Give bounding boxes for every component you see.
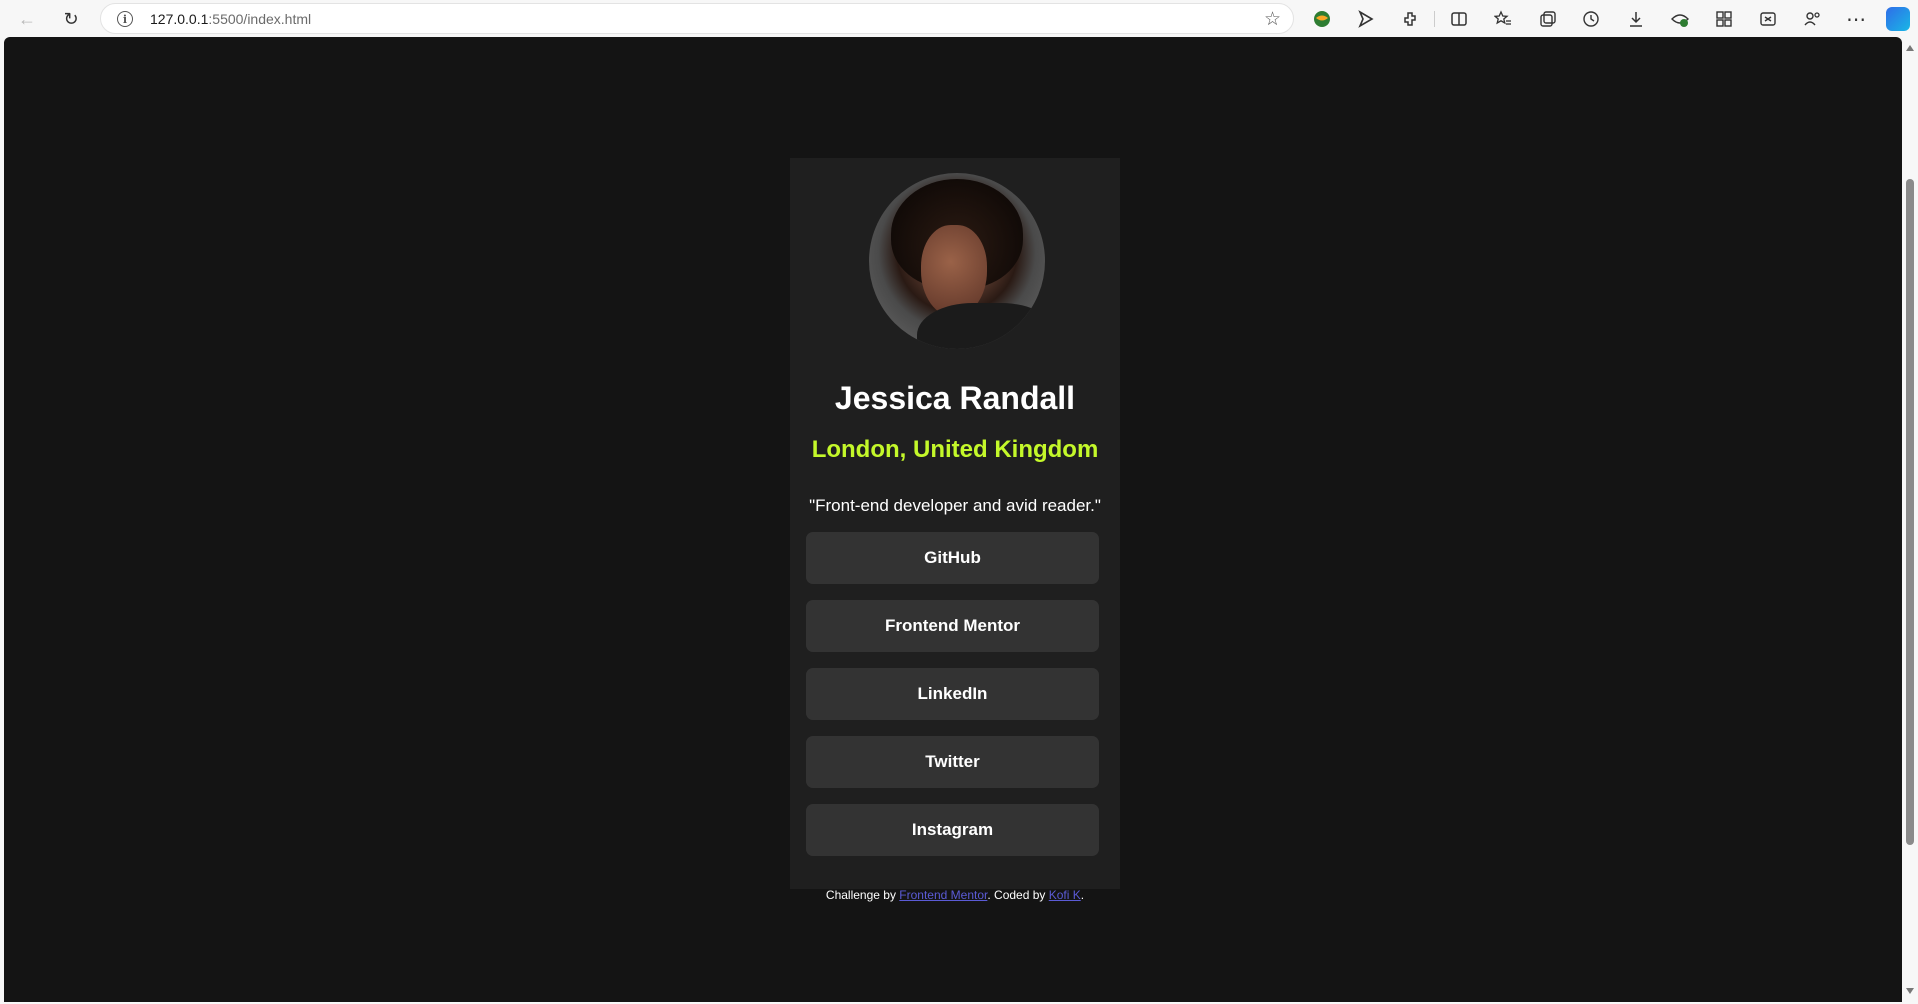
extensions-icon[interactable] [1400,8,1422,30]
page-viewport: Jessica Randall London, United Kingdom "… [4,37,1902,1002]
frontend-mentor-link[interactable]: Frontend Mentor [899,888,987,902]
instagram-button[interactable]: Instagram [806,804,1099,856]
address-bar[interactable]: i 127.0.0.1:5500/index.html ☆ [100,3,1294,34]
split-screen-icon[interactable] [1448,8,1470,30]
performance-icon[interactable] [1669,8,1691,30]
scroll-thumb[interactable] [1906,179,1914,845]
copilot-icon[interactable] [1886,7,1910,31]
star-icon[interactable]: ☆ [1264,8,1281,31]
profile-bio: "Front-end developer and avid reader." [809,496,1101,515]
profile-name: Jessica Randall [834,380,1076,416]
info-icon[interactable]: i [117,11,133,27]
profile-location: London, United Kingdom [811,436,1099,463]
favorites-icon[interactable] [1492,8,1514,30]
social-links: GitHub Frontend Mentor LinkedIn Twitter … [806,532,1099,872]
downloads-icon[interactable] [1625,8,1647,30]
url-text[interactable]: 127.0.0.1:5500/index.html [150,11,311,27]
scroll-up-arrow-icon[interactable] [1906,45,1914,51]
profile-sync-icon[interactable] [1801,8,1823,30]
avatar-body [917,303,1045,349]
twitter-button[interactable]: Twitter [806,736,1099,788]
reload-icon[interactable]: ↻ [56,4,86,34]
attribution-middle: . Coded by [987,888,1049,902]
apps-icon[interactable] [1713,8,1735,30]
vertical-scrollbar[interactable] [1902,37,1918,1002]
profile-card: Jessica Randall London, United Kingdom "… [790,158,1120,889]
author-link[interactable]: Kofi K [1049,888,1081,902]
browser-toolbar: ← ↻ i 127.0.0.1:5500/index.html ☆ ⋯ [0,0,1918,37]
scroll-down-arrow-icon[interactable] [1906,988,1914,994]
avatar [869,173,1045,349]
collections-icon[interactable] [1537,8,1559,30]
toolbar-divider [1434,11,1435,27]
url-host: 127.0.0.1 [150,11,209,27]
linkedin-button[interactable]: LinkedIn [806,668,1099,720]
frontend-mentor-button[interactable]: Frontend Mentor [806,600,1099,652]
screenshot-icon[interactable] [1757,8,1779,30]
history-icon[interactable] [1580,8,1602,30]
send-icon[interactable] [1355,8,1377,30]
attribution: Challenge by Frontend Mentor. Coded by K… [790,888,1120,902]
attribution-prefix: Challenge by [825,888,900,902]
attribution-suffix: . [1080,888,1085,902]
extension-globe-icon[interactable] [1311,8,1333,30]
url-path: :5500/index.html [208,11,312,27]
more-options-icon[interactable]: ⋯ [1845,8,1867,31]
back-arrow-icon[interactable]: ← [12,4,42,34]
github-button[interactable]: GitHub [806,532,1099,584]
